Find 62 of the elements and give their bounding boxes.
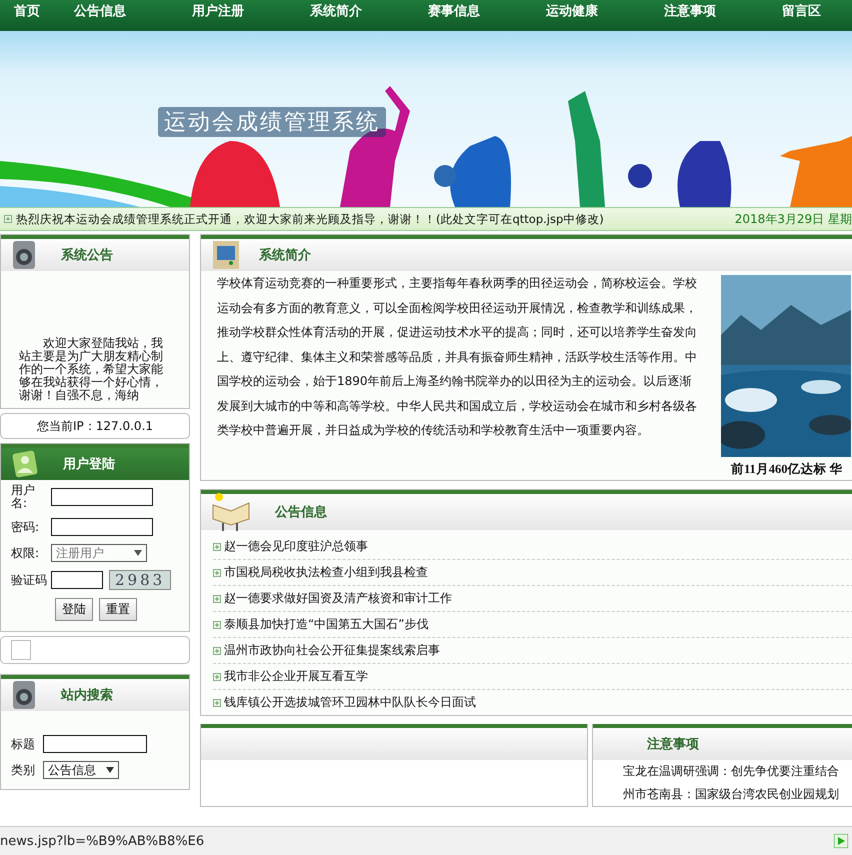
input-field[interactable]: [43, 735, 147, 753]
panel-title: 系统公告: [60, 246, 113, 264]
play-icon: [834, 834, 848, 848]
nav-link[interactable]: 公告信息: [74, 0, 126, 20]
input-field[interactable]: [51, 518, 153, 536]
notice-link[interactable]: 州市苍南县：国家级台湾农民创业园规划: [593, 783, 852, 806]
nav-link[interactable]: 首页: [14, 0, 40, 20]
field-label: 验证码: [11, 574, 48, 586]
field-label: 密码:: [11, 520, 40, 534]
date-text: 2018年3月29日 星期: [734, 210, 852, 228]
bullet-icon: [213, 646, 221, 654]
form-button[interactable]: 登陆: [55, 598, 93, 621]
ip-text: 您当前IP：127.0.0.1: [0, 413, 190, 439]
panel-title: 注意事项: [646, 736, 699, 753]
form-button[interactable]: 重置: [99, 598, 137, 621]
dropdown-icon: [106, 767, 114, 773]
select-field[interactable]: 注册用户: [51, 544, 147, 562]
notice-link[interactable]: 宝龙在温调研强调：创先争优要注重结合: [593, 760, 852, 783]
nav-link[interactable]: 用户注册: [192, 0, 244, 20]
dropdown-icon: [134, 550, 142, 556]
bullet-icon: [213, 698, 221, 706]
site-title: 运动会成绩管理系统: [158, 107, 386, 137]
field-label: 类别: [11, 764, 36, 776]
photo-icon: [211, 239, 241, 271]
announcement-link[interactable]: 温州市政协向社会公开征集提案线索启事: [213, 638, 852, 664]
photo-caption: 前11月460亿达标 华: [730, 461, 844, 478]
announcement-link[interactable]: 赵一德会见印度驻沪总领事: [213, 534, 852, 560]
announcement-link[interactable]: 市国税局税收执法检查小组到我县检查: [213, 560, 852, 586]
nav-link[interactable]: 注意事项: [664, 0, 716, 20]
panel-title: 系统简介: [258, 246, 311, 264]
nav-link[interactable]: 系统简介: [310, 0, 362, 20]
bullet-icon: [4, 215, 12, 223]
status-url: news.jsp?lb=%B9%AB%B8%E6: [0, 834, 204, 848]
bullet-icon: [213, 542, 221, 550]
panel-title: 站内搜索: [60, 686, 113, 704]
nav-link[interactable]: 留言区: [782, 0, 821, 20]
select-field[interactable]: 公告信息: [43, 761, 119, 779]
intro-text: 学校体育运动竞赛的一种重要形式，主要指每年春秋两季的田径运动会，简称校运会。学校运动会有多方面的教育意义，可以全面检阅学校田径运动开展情况，检查教学和训练成果，推动学校群众性体育活动的开展，促进运动技术水平的提高；同时，还可以培养学生奋发向上、遵守纪律、集体主义和荣誉感等品质，并具有振奋师生精神，活跃学校生活等作用。中国学校的运动会，始于1890年前后上海圣约翰书院举办的以田径为主的运动会。以后逐渐发展到大城市的中等和高等学校。中华人民共和国成立后，学校运动会在城市和乡村各级各类学校中普遍开展，并日益成为学校的传统活动和学校教育生活中一项重要内容。: [217, 275, 698, 439]
bullet-icon: [213, 620, 221, 628]
bullet-icon: [213, 568, 221, 576]
nav-link[interactable]: 赛事信息: [428, 0, 480, 20]
field-label: 权限:: [11, 546, 40, 560]
book-icon: [211, 491, 251, 533]
captcha-image: 2983: [109, 570, 172, 590]
washer-icon: [11, 679, 37, 711]
field-label: 标题: [11, 738, 36, 750]
announcement-link[interactable]: 赵一德要求做好国资及清产核资和审计工作: [213, 586, 852, 612]
announcement-link[interactable]: 钱库镇公开选拔城管环卫园林中队队长今日面试: [213, 690, 852, 715]
bullet-icon: [213, 672, 221, 680]
nav-link[interactable]: 运动健康: [546, 0, 598, 20]
notice-text: 欢迎大家登陆我站，我站主要是为广大朋友精心制作的一个系统，希望大家能够在我站获得一个好心情，谢谢！自强不息，海纳: [18, 335, 164, 404]
announcement-link[interactable]: 泰顺县加快打造“中国第五大国石”步伐: [213, 612, 852, 638]
washer-icon: [11, 239, 37, 271]
panel-title: 用户登陆: [62, 456, 115, 473]
input-field[interactable]: [51, 571, 103, 589]
bullet-icon: [213, 594, 221, 602]
empty-frame: [11, 640, 31, 660]
announcement-link[interactable]: 我市非公企业开展互看互学: [213, 664, 852, 690]
input-field[interactable]: [51, 488, 153, 506]
field-label: 用户名:: [11, 484, 36, 510]
ticker-message: 热烈庆祝本运动会成绩管理系统正式开通，欢迎大家前来光顾及指导，谢谢！！(此处文字可在qttop.jsp中修改): [16, 212, 605, 226]
panel-title: 公告信息: [274, 504, 327, 521]
